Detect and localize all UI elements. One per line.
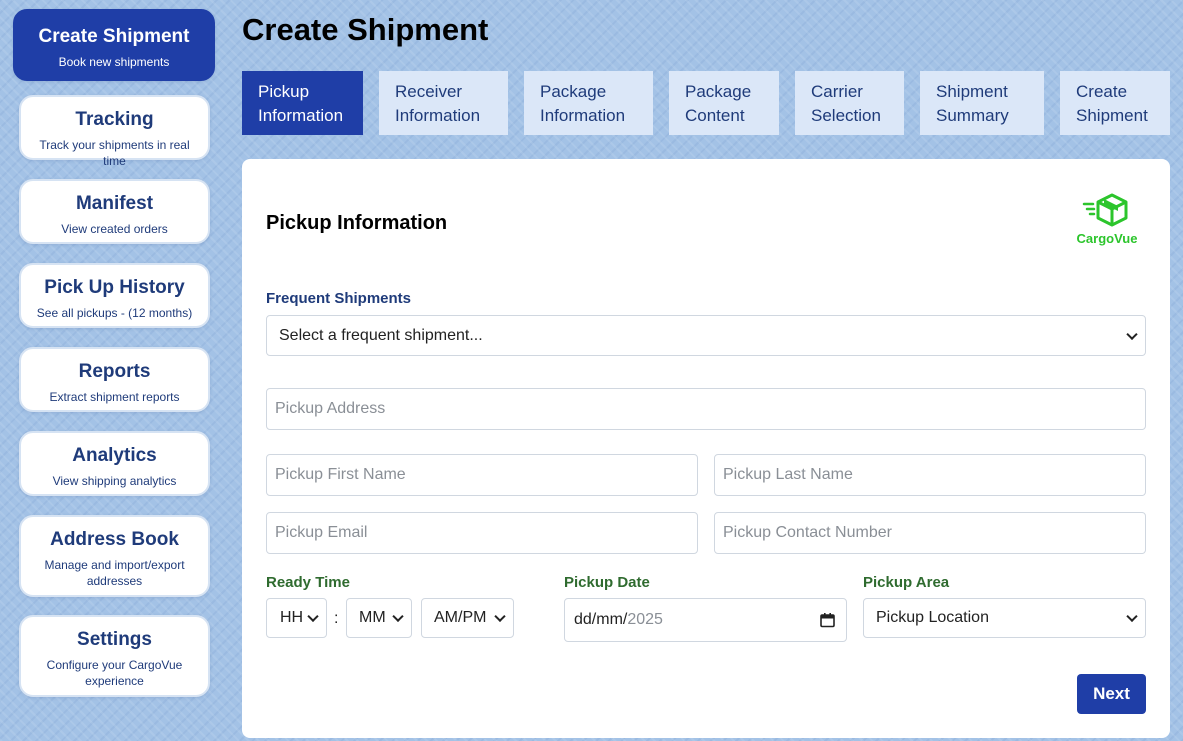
- sidebar-item-subtitle: Extract shipment reports: [49, 390, 180, 404]
- sidebar-item-title: Pick Up History: [44, 277, 185, 298]
- sidebar-item-subtitle: View shipping analytics: [52, 474, 177, 488]
- tab-label-line2: Selection: [811, 106, 881, 125]
- tab-label-line1: Create: [1076, 82, 1128, 101]
- pickup-information-panel: Pickup Information CargoVue Frequent Shi…: [242, 159, 1170, 738]
- chevron-down-icon: [494, 610, 506, 623]
- pickup-date-label: Pickup Date: [564, 574, 650, 591]
- sidebar-item-title: Reports: [78, 361, 151, 382]
- tab-label-line1: Carrier: [811, 82, 863, 101]
- sidebar-item-subtitle: Configure your CargoVue experience: [46, 658, 183, 688]
- tab-label-line2: Information: [395, 106, 481, 125]
- sidebar-item-title: Analytics: [72, 445, 157, 466]
- pickup-address-input[interactable]: [275, 400, 1145, 418]
- frequent-shipments-select[interactable]: Select a frequent shipment...: [266, 315, 1146, 356]
- frequent-shipments-value: Select a frequent shipment...: [279, 326, 483, 344]
- pickup-date-field[interactable]: dd/mm/2025: [564, 598, 847, 642]
- tab-label-line2: Shipment: [1076, 106, 1148, 125]
- pickup-contact-number-input[interactable]: [723, 524, 1145, 542]
- next-button[interactable]: Next: [1077, 674, 1146, 714]
- cube-truck-icon: [1082, 193, 1128, 227]
- pickup-first-name-field[interactable]: [266, 454, 698, 496]
- tab-label-line1: Package: [685, 82, 752, 101]
- sidebar-item-reports[interactable]: Reports Extract shipment reports: [19, 347, 210, 412]
- minute-value: MM: [359, 609, 386, 626]
- tab-shipment-summary[interactable]: Shipment Summary: [920, 71, 1044, 135]
- tab-label-line2: Information: [258, 106, 344, 125]
- sidebar-item-subtitle: See all pickups - (12 months): [36, 306, 193, 320]
- pickup-last-name-field[interactable]: [714, 454, 1146, 496]
- chevron-down-icon: [307, 610, 319, 623]
- minute-select[interactable]: MM: [346, 598, 412, 638]
- pickup-last-name-input[interactable]: [723, 466, 1145, 484]
- tab-label-line2: Content: [685, 106, 745, 125]
- tab-label-line1: Package: [540, 82, 607, 101]
- sidebar-item-subtitle: Book new shipments: [58, 55, 170, 69]
- pickup-address-field[interactable]: [266, 388, 1146, 430]
- chevron-down-icon: [1126, 610, 1138, 623]
- sidebar-item-title: Address Book: [50, 529, 179, 550]
- ampm-value: AM/PM: [434, 609, 487, 626]
- pickup-contact-number-field[interactable]: [714, 512, 1146, 554]
- tab-label-line1: Pickup: [258, 82, 310, 101]
- tab-package-information[interactable]: Package Information: [524, 71, 653, 135]
- pickup-email-field[interactable]: [266, 512, 698, 554]
- hour-value: HH: [280, 609, 304, 626]
- pickup-area-label: Pickup Area: [863, 574, 950, 591]
- sidebar: Create Shipment Book new shipments Track…: [0, 0, 230, 741]
- frequent-shipments-label: Frequent Shipments: [266, 290, 412, 307]
- sidebar-item-tracking[interactable]: Tracking Track your shipments in real ti…: [19, 95, 210, 168]
- cargovue-logo: CargoVue: [1072, 192, 1142, 247]
- tab-receiver-information[interactable]: Receiver Information: [379, 71, 508, 135]
- pickup-first-name-input[interactable]: [275, 466, 697, 484]
- chevron-down-icon: [1126, 328, 1138, 340]
- sidebar-item-title: Tracking: [75, 109, 154, 130]
- time-separator: :: [334, 610, 339, 627]
- tab-carrier-selection[interactable]: Carrier Selection: [795, 71, 904, 135]
- sidebar-item-subtitle: View created orders: [61, 222, 168, 236]
- sidebar-item-address-book[interactable]: Address Book Manage and import/export ad…: [19, 515, 210, 597]
- sidebar-item-settings[interactable]: Settings Configure your CargoVue experie…: [19, 615, 210, 697]
- date-year: 2025: [627, 611, 663, 628]
- sidebar-item-title: Settings: [77, 629, 152, 650]
- tab-label-line2: Summary: [936, 106, 1009, 125]
- page-title: Create Shipment: [242, 12, 489, 47]
- ready-time-label: Ready Time: [266, 574, 350, 591]
- tab-package-content[interactable]: Package Content: [669, 71, 779, 135]
- tab-label-line2: Information: [540, 106, 626, 125]
- hour-select[interactable]: HH: [266, 598, 327, 638]
- pickup-email-input[interactable]: [275, 524, 697, 542]
- tab-label-line1: Shipment: [936, 82, 1008, 101]
- chevron-down-icon: [392, 610, 404, 623]
- panel-title: Pickup Information: [266, 212, 448, 234]
- sidebar-item-manifest[interactable]: Manifest View created orders: [19, 179, 210, 244]
- sidebar-item-create-shipment[interactable]: Create Shipment Book new shipments: [13, 9, 215, 81]
- tab-pickup-information[interactable]: Pickup Information: [242, 71, 363, 135]
- tab-label-line1: Receiver: [395, 82, 463, 101]
- sidebar-item-subtitle: Manage and import/export addresses: [44, 558, 185, 588]
- tab-create-shipment[interactable]: Create Shipment: [1060, 71, 1170, 135]
- calendar-icon[interactable]: [820, 613, 835, 628]
- date-dd-mm: dd/mm/: [574, 611, 628, 628]
- pickup-area-value: Pickup Location: [876, 609, 989, 626]
- sidebar-item-analytics[interactable]: Analytics View shipping analytics: [19, 431, 210, 496]
- sidebar-item-subtitle: Track your shipments in real time: [39, 138, 190, 168]
- sidebar-item-title: Create Shipment: [38, 26, 190, 47]
- ampm-select[interactable]: AM/PM: [421, 598, 514, 638]
- pickup-area-select[interactable]: Pickup Location: [863, 598, 1146, 638]
- sidebar-item-pickup-history[interactable]: Pick Up History See all pickups - (12 mo…: [19, 263, 210, 328]
- sidebar-item-title: Manifest: [75, 193, 154, 214]
- logo-text: CargoVue: [1076, 231, 1138, 246]
